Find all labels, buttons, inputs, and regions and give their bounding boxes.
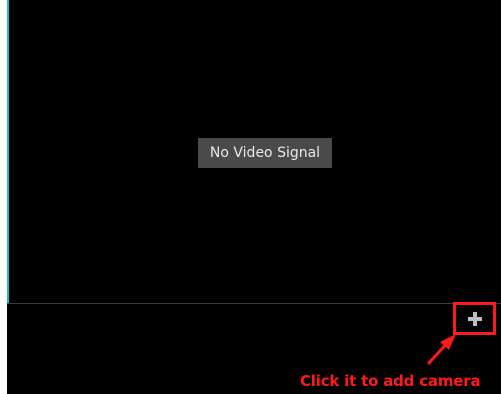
- no-video-signal-label: No Video Signal: [198, 138, 332, 168]
- video-pane[interactable]: No Video Signal: [7, 0, 501, 303]
- add-camera-annotation: Click it to add camera: [300, 372, 481, 390]
- add-camera-button[interactable]: [461, 307, 489, 331]
- camera-tile-frame: No Video Signal Click it to add camera: [0, 0, 501, 394]
